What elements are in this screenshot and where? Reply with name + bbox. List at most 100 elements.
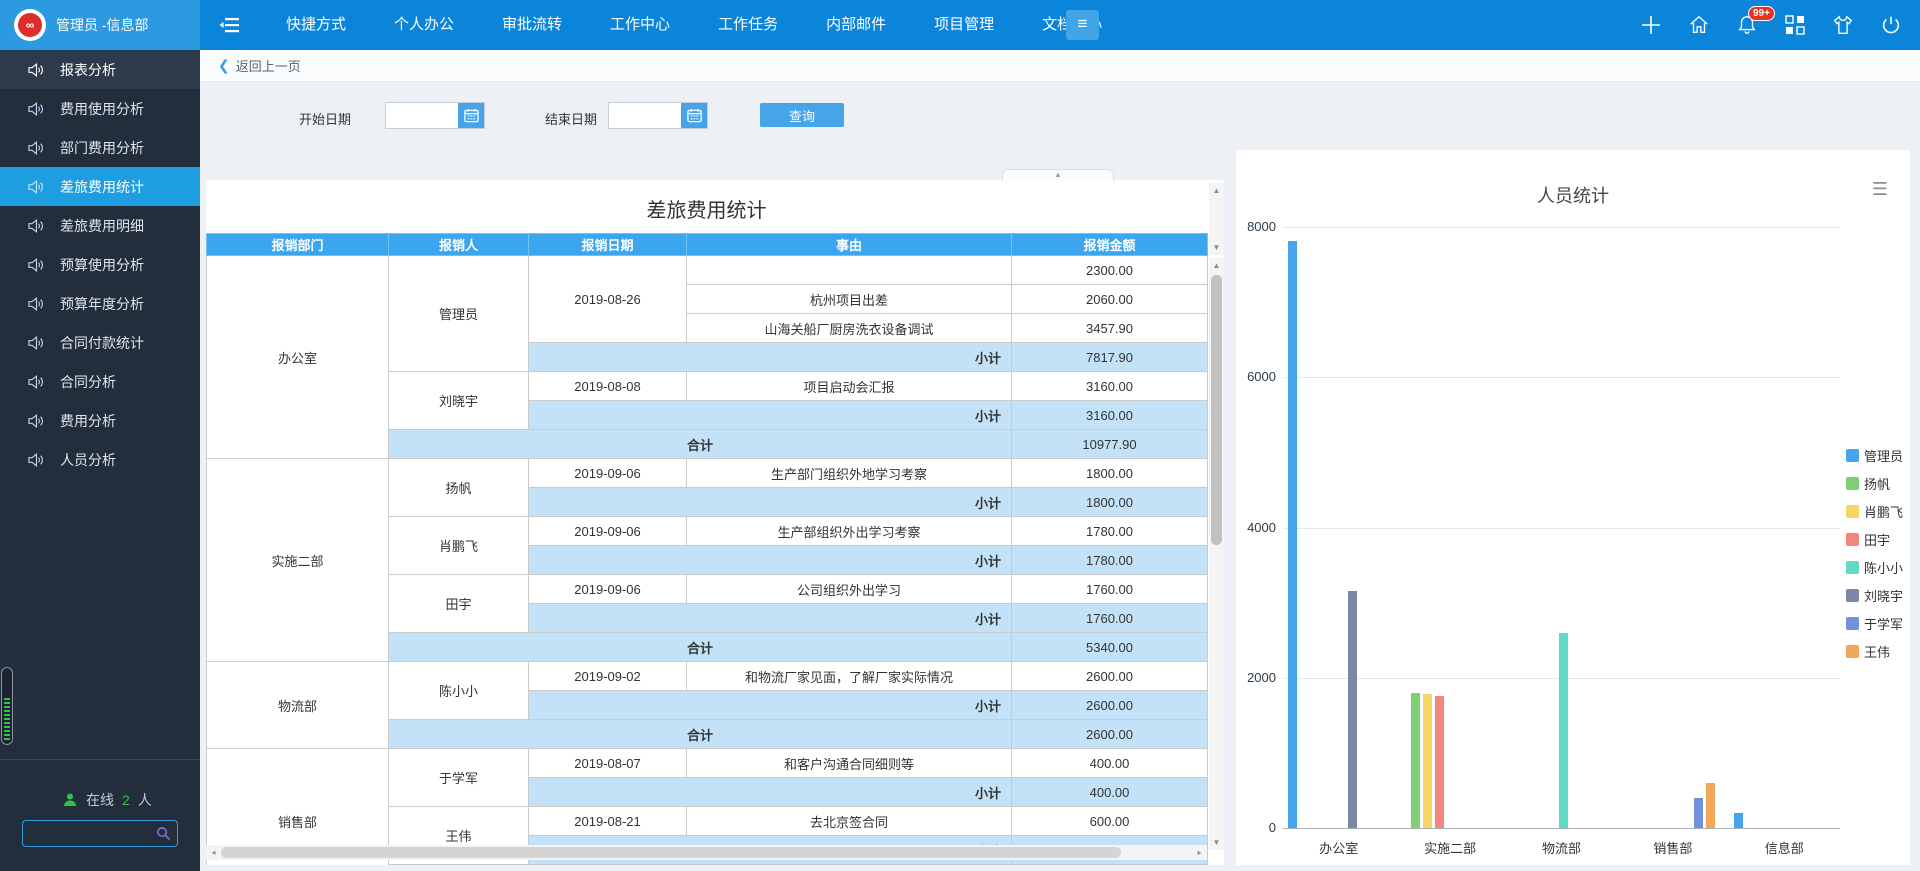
speaker-icon (28, 180, 44, 194)
back-link[interactable]: ❮ 返回上一页 (218, 56, 301, 75)
bar-扬帆-实施二部[interactable] (1411, 693, 1420, 828)
chart-legend: 管理员扬帆肖鹏飞田宇陈小小刘晓宇于学军王伟 (1846, 446, 1903, 661)
column-header-0: 报销部门 (207, 234, 389, 256)
legend-item-王伟[interactable]: 王伟 (1846, 642, 1903, 661)
sidebar-item-0[interactable]: 费用使用分析 (0, 89, 200, 128)
legend-swatch (1846, 589, 1859, 602)
cell-reason: 公司组织外出学习 (687, 575, 1012, 604)
bar-管理员-信息部[interactable] (1734, 813, 1743, 828)
legend-item-管理员[interactable]: 管理员 (1846, 446, 1903, 465)
end-date-calendar-icon[interactable] (681, 103, 707, 128)
bar-王伟-销售部[interactable] (1706, 783, 1715, 828)
query-button[interactable]: 查询 (760, 103, 844, 127)
cell-date: 2019-09-06 (529, 517, 687, 546)
cell-total-label: 合计 (389, 430, 1012, 459)
sidebar-item-6[interactable]: 合同付款统计 (0, 323, 200, 362)
topbar-menu-item-6[interactable]: 项目管理 (910, 0, 1018, 50)
topbar-menu-item-5[interactable]: 内部邮件 (802, 0, 910, 50)
online-status: 在线 2 人 (62, 790, 152, 810)
table-vertical-scrollbar[interactable]: ▲ ▼ (1209, 258, 1224, 850)
theme-shirt-icon[interactable] (1830, 12, 1856, 38)
add-icon[interactable] (1638, 12, 1664, 38)
report-title: 差旅费用统计 (206, 194, 1207, 223)
horizontal-scroll-thumb[interactable] (221, 847, 1121, 858)
sidebar-item-label: 预算年度分析 (60, 294, 144, 314)
table-horizontal-scrollbar[interactable]: ◂ ▸ (206, 845, 1207, 860)
topbar-menu-item-0[interactable]: 快捷方式 (262, 0, 370, 50)
online-label: 在线 (86, 790, 114, 810)
topbar-menu-item-1[interactable]: 个人办公 (370, 0, 478, 50)
scroll-up-icon[interactable]: ▲ (1209, 258, 1224, 273)
speaker-icon (28, 258, 44, 272)
cell-amount: 5340.00 (1012, 633, 1208, 662)
sidebar-item-8[interactable]: 费用分析 (0, 401, 200, 440)
bar-肖鹏飞-实施二部[interactable] (1423, 694, 1432, 828)
cell-reason: 和物流厂家见面，了解厂家实际情况 (687, 662, 1012, 691)
sidebar-drag-handle[interactable] (1, 667, 13, 745)
legend-item-于学军[interactable]: 于学军 (1846, 614, 1903, 633)
scroll-down-icon[interactable]: ▼ (1209, 240, 1224, 255)
sidebar-menu: 报表分析费用使用分析部门费用分析差旅费用统计差旅费用明细预算使用分析预算年度分析… (0, 50, 200, 479)
sidebar-item-4[interactable]: 预算使用分析 (0, 245, 200, 284)
cell-person: 刘晓宇 (389, 372, 529, 430)
bar-陈小小-物流部[interactable] (1559, 633, 1568, 828)
sidebar-item-7[interactable]: 合同分析 (0, 362, 200, 401)
scroll-up-icon[interactable]: ▲ (1209, 183, 1224, 198)
sidebar-item-label: 差旅费用统计 (60, 177, 144, 197)
sidebar-item-5[interactable]: 预算年度分析 (0, 284, 200, 323)
legend-item-陈小小[interactable]: 陈小小 (1846, 558, 1903, 577)
sidebar-group-report-analysis[interactable]: 报表分析 (0, 50, 200, 89)
sidebar-item-1[interactable]: 部门费用分析 (0, 128, 200, 167)
legend-swatch (1846, 449, 1859, 462)
legend-item-肖鹏飞[interactable]: 肖鹏飞 (1846, 502, 1903, 521)
cell-reason: 生产部门组织外地学习考察 (687, 459, 1012, 488)
apps-grid-icon[interactable] (1782, 12, 1808, 38)
cell-subtotal-label: 小计 (529, 401, 1012, 430)
legend-item-扬帆[interactable]: 扬帆 (1846, 474, 1903, 493)
column-header-3: 事由 (687, 234, 1012, 256)
x-axis-category-label: 物流部 (1506, 838, 1617, 857)
chart-toolbox-icon[interactable]: ☰ (1872, 180, 1888, 198)
legend-item-刘晓宇[interactable]: 刘晓宇 (1846, 586, 1903, 605)
cell-reason (687, 256, 1012, 285)
cell-amount: 600.00 (1012, 807, 1208, 836)
outer-vertical-scrollbar[interactable]: ▲ ▼ (1209, 183, 1224, 255)
bell-icon[interactable]: 99+ (1734, 12, 1760, 38)
power-icon[interactable] (1878, 12, 1904, 38)
bar-田宇-实施二部[interactable] (1435, 696, 1444, 828)
table-row: 销售部于学军2019-08-07和客户沟通合同细则等400.00 (207, 749, 1208, 778)
scroll-left-icon[interactable]: ◂ (206, 845, 221, 860)
expense-table: 报销部门报销人报销日期事由报销金额 办公室管理员2019-08-262300.0… (206, 233, 1208, 865)
vertical-scroll-thumb[interactable] (1211, 275, 1222, 545)
y-axis-tick-label: 2000 (1236, 670, 1276, 685)
cell-date: 2019-09-06 (529, 575, 687, 604)
end-date-input[interactable] (609, 103, 681, 128)
sidebar-item-label: 合同分析 (60, 372, 116, 392)
start-date-input[interactable] (386, 103, 458, 128)
bar-于学军-销售部[interactable] (1694, 798, 1703, 828)
cell-amount: 7817.90 (1012, 343, 1208, 372)
sidebar-item-2[interactable]: 差旅费用统计 (0, 167, 200, 206)
search-icon[interactable] (156, 826, 171, 841)
online-user-icon (62, 792, 78, 808)
sidebar: 报表分析费用使用分析部门费用分析差旅费用统计差旅费用明细预算使用分析预算年度分析… (0, 50, 200, 871)
cell-reason: 山海关船厂厨房洗衣设备调试 (687, 314, 1012, 343)
topbar-menu-item-2[interactable]: 审批流转 (478, 0, 586, 50)
bar-管理员-办公室[interactable] (1288, 241, 1297, 828)
home-icon[interactable] (1686, 12, 1712, 38)
start-date-calendar-icon[interactable] (458, 103, 484, 128)
topbar-menu-item-3[interactable]: 工作中心 (586, 0, 694, 50)
sidebar-toggle-icon[interactable] (214, 12, 246, 38)
topbar-menu-item-4[interactable]: 工作任务 (694, 0, 802, 50)
cell-reason: 和客户沟通合同细则等 (687, 749, 1012, 778)
column-header-1: 报销人 (389, 234, 529, 256)
sidebar-item-9[interactable]: 人员分析 (0, 440, 200, 479)
more-menu-button[interactable]: ≡ (1066, 10, 1099, 40)
scroll-right-icon[interactable]: ▸ (1192, 845, 1207, 860)
bar-刘晓宇-办公室[interactable] (1348, 591, 1357, 828)
sidebar-search-input[interactable] (23, 826, 156, 841)
scroll-down-icon[interactable]: ▼ (1209, 835, 1224, 850)
legend-item-田宇[interactable]: 田宇 (1846, 530, 1903, 549)
collapse-panel-tab[interactable]: ▲ (1002, 169, 1114, 181)
sidebar-item-3[interactable]: 差旅费用明细 (0, 206, 200, 245)
